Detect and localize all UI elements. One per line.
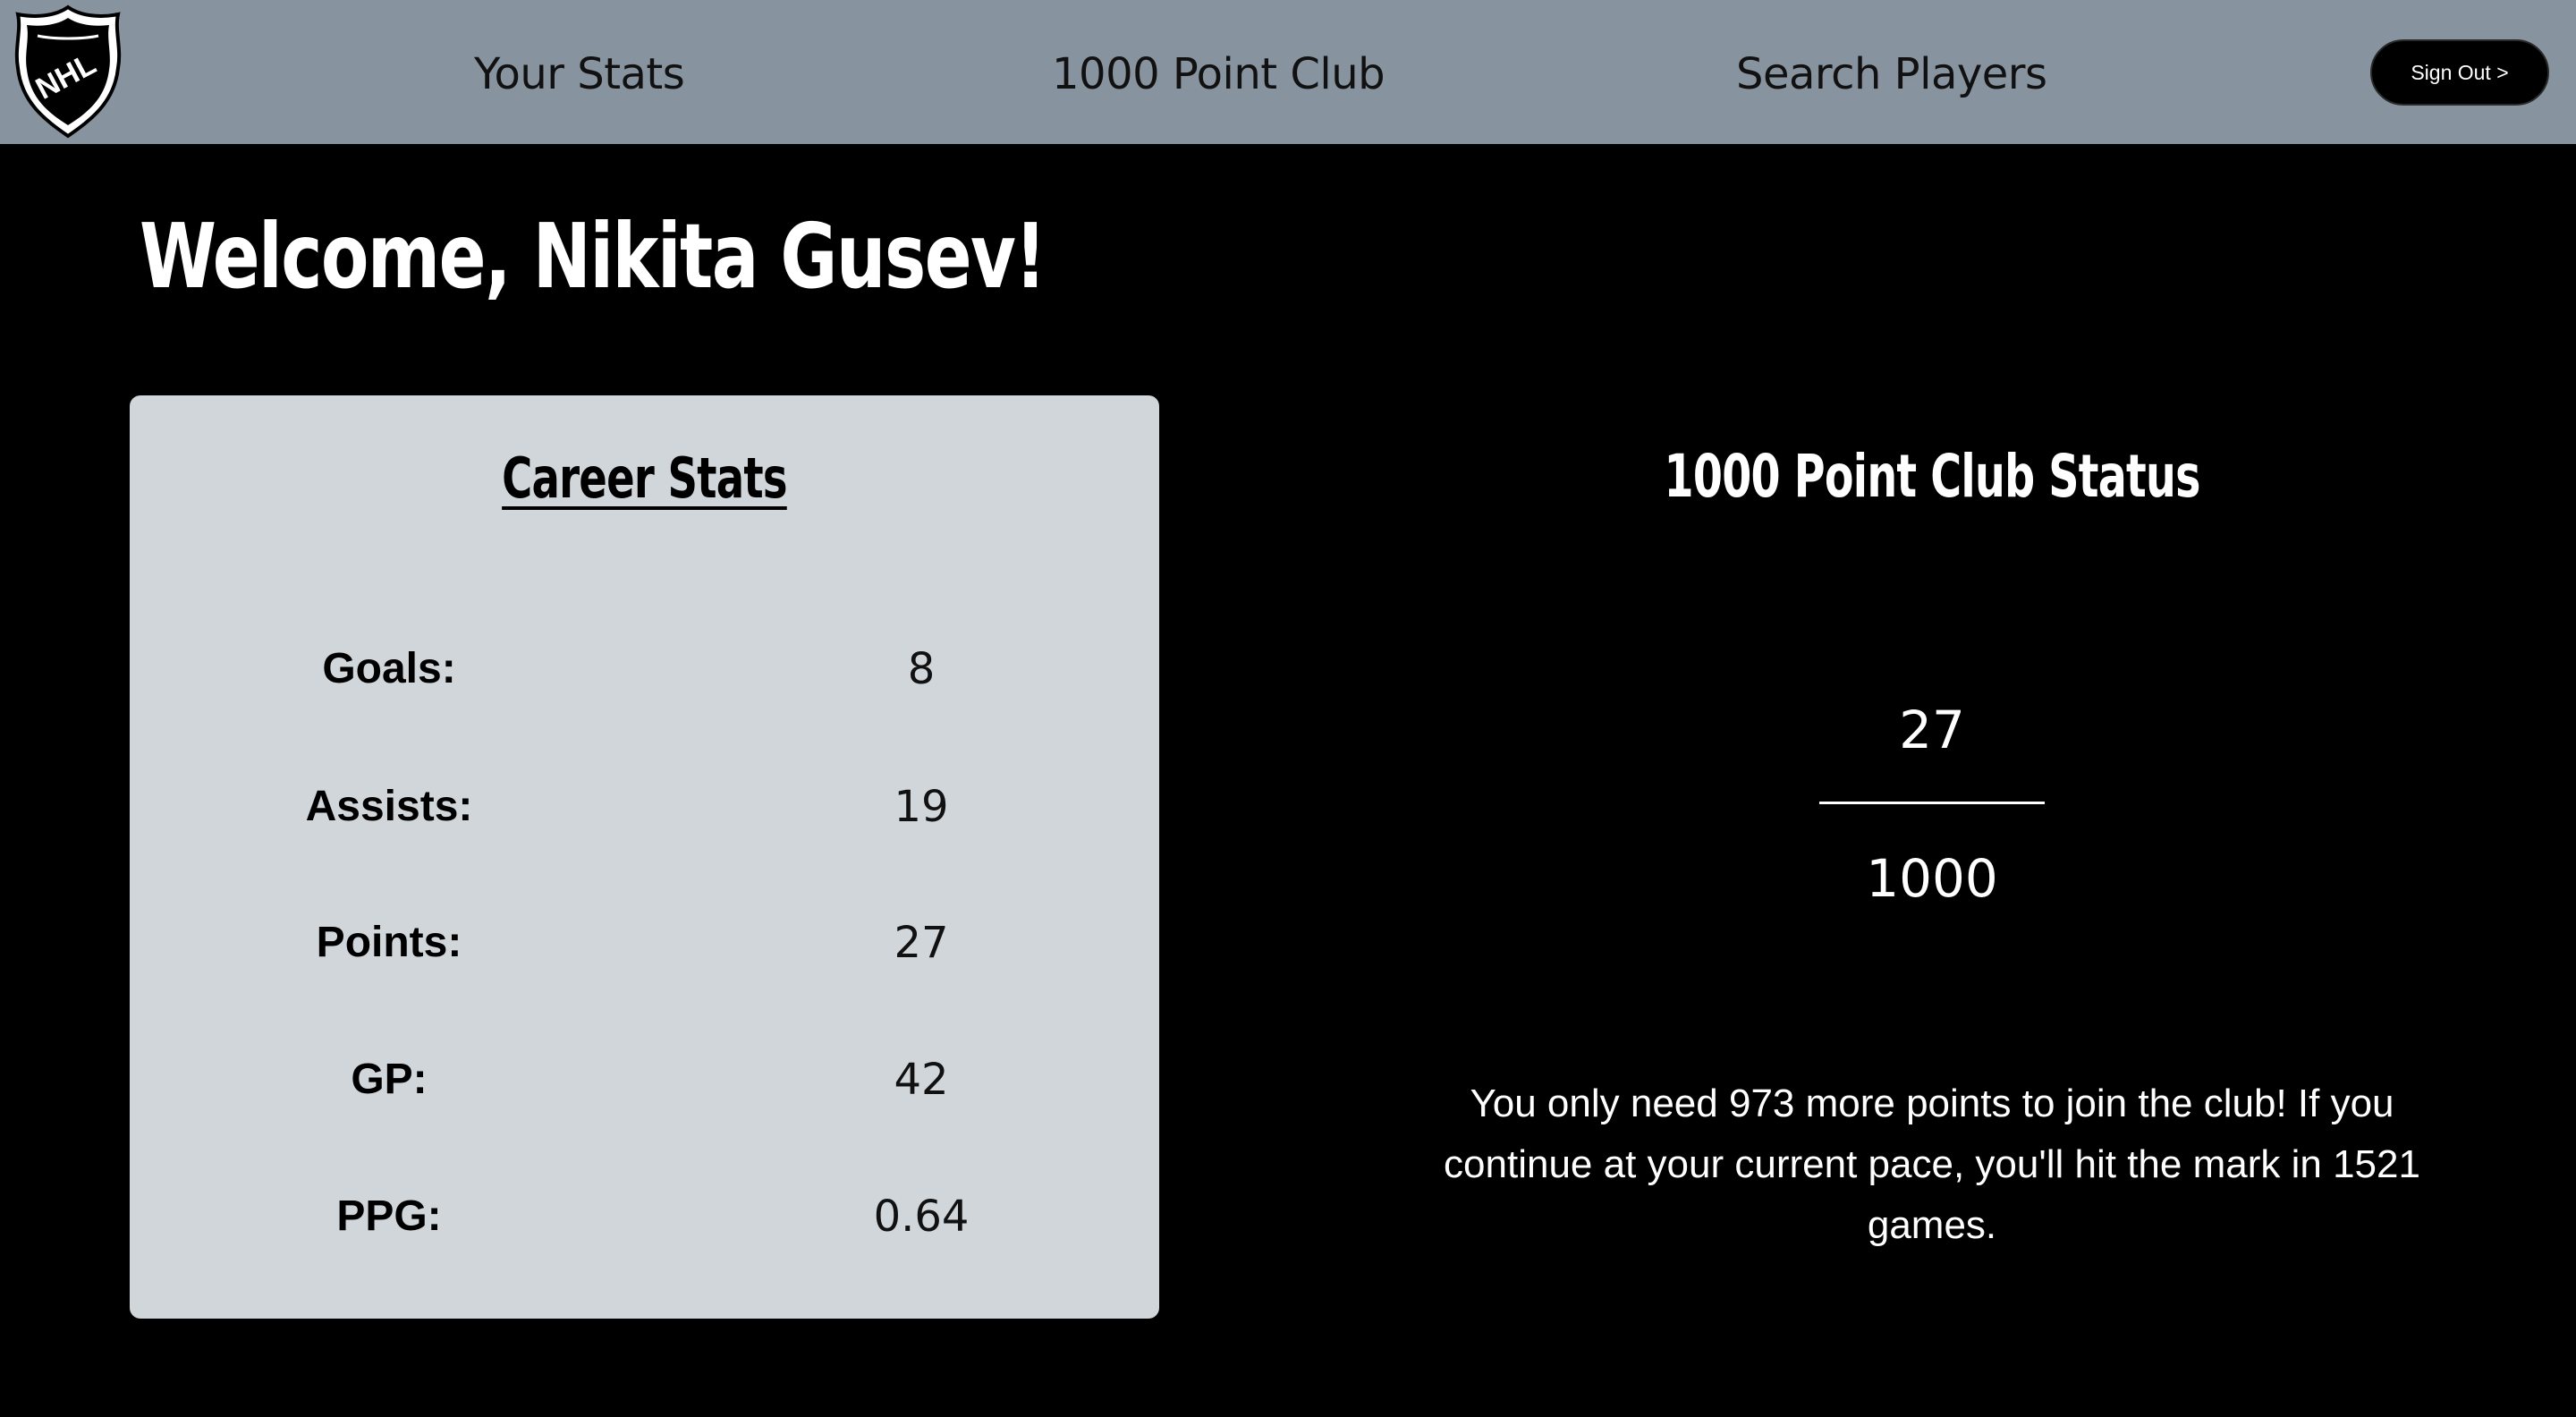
top-navbar: NHL Your Stats 1000 Point Club Search Pl… <box>0 0 2576 144</box>
stat-row-ppg: PPG: 0.64 <box>130 1181 1159 1252</box>
club-status-title: 1000 Point Club Status <box>1664 442 2200 511</box>
stat-label: Assists: <box>305 783 473 830</box>
nav-search-players[interactable]: Search Players <box>1736 43 2047 106</box>
points-numerator: 27 <box>1899 700 1965 760</box>
stat-value: 0.64 <box>873 1192 970 1242</box>
stat-row-points: Points: 27 <box>130 907 1159 979</box>
stat-label: PPG: <box>336 1192 442 1240</box>
stat-value: 19 <box>894 782 949 832</box>
nhl-logo-icon[interactable]: NHL <box>9 4 127 140</box>
stat-label: Points: <box>316 919 462 966</box>
career-stats-card: Career Stats Goals: 8 Assists: 19 Points… <box>130 395 1159 1319</box>
points-denominator: 1000 <box>1866 848 1998 909</box>
career-stats-title: Career Stats <box>502 445 787 511</box>
stat-label: Goals: <box>322 645 456 692</box>
sign-out-button[interactable]: Sign Out > <box>2370 39 2549 106</box>
stat-value: 42 <box>894 1055 949 1105</box>
welcome-heading: Welcome, Nikita Gusev! <box>140 204 1046 309</box>
stat-value: 27 <box>894 918 949 968</box>
stat-row-goals: Goals: 8 <box>130 633 1159 705</box>
club-progress-message: You only need 973 more points to join th… <box>1444 1082 2420 1247</box>
nav-1000-point-club[interactable]: 1000 Point Club <box>1052 43 1385 106</box>
fraction-divider <box>1819 802 2045 804</box>
stat-label: GP: <box>351 1056 428 1103</box>
stat-row-gp: GP: 42 <box>130 1044 1159 1116</box>
stat-row-assists: Assists: 19 <box>130 771 1159 843</box>
stat-value: 8 <box>907 644 936 694</box>
nav-your-stats[interactable]: Your Stats <box>474 43 685 106</box>
